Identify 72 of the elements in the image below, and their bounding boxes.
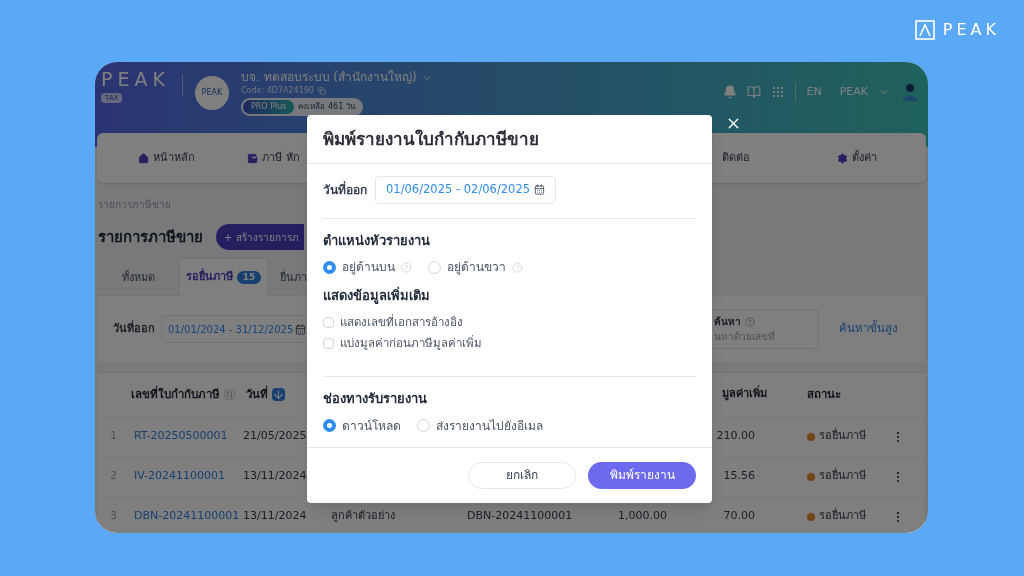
table-cell-text: 15.56 — [722, 468, 756, 485]
tab[interactable]: รอยื่นภาษี 15 — [179, 258, 268, 296]
table-cell-text: 70.00 — [722, 508, 756, 525]
cancel-button[interactable]: ยกเลิก — [468, 461, 576, 489]
help-book-icon[interactable] — [747, 85, 762, 99]
checkbox[interactable] — [323, 316, 334, 328]
user-avatar-icon[interactable] — [900, 82, 920, 102]
radio-button[interactable] — [323, 419, 336, 432]
nav-item[interactable]: หน้าหลัก — [137, 149, 195, 167]
nav-item[interactable]: ติดต่อ — [721, 149, 750, 167]
column-header: สถานะ — [806, 385, 842, 403]
sort-icon[interactable] — [272, 388, 285, 401]
sort-icon[interactable] — [224, 389, 235, 400]
table-cell-text: 1,000.00 — [617, 508, 668, 525]
section-title: ช่องทางรับรายงาน — [323, 390, 428, 408]
invoice-link[interactable]: IV-20241100001 — [131, 468, 243, 485]
status-text: รอยื่นภาษี — [819, 508, 866, 525]
section-title: แสดงข้อมูลเพิ่มเติม — [323, 286, 431, 306]
wallet-icon — [247, 152, 259, 164]
plan-badge: PRO Plus — [242, 100, 295, 114]
radio-label: อยู่ด้านบน — [342, 259, 395, 276]
remaining-days: คงเหลือ 461 วัน — [298, 101, 355, 113]
field-label: วันที่ออก — [323, 180, 367, 199]
column-header: เลขที่ใบกำกับภาษี — [131, 385, 220, 403]
table-cell-text: 13/11/2024 — [243, 508, 308, 525]
section-title: ตำแหน่งหัวรายงาน — [323, 231, 431, 250]
field-label: วันที่ออก — [113, 320, 155, 337]
table-cell-text: 13/11/2024 — [243, 468, 308, 485]
home-icon — [137, 152, 149, 164]
count-badge: 15 — [236, 270, 262, 285]
radio-label: ดาวน์โหลด — [342, 417, 401, 435]
company-name: บจ. ทดสอบระบบ (สำนักงานใหญ่) — [240, 70, 417, 85]
nav-item[interactable]: ภาษี หัก — [247, 149, 300, 167]
copy-icon[interactable] — [317, 86, 326, 95]
calendar-icon — [295, 323, 307, 335]
dialog-title: พิมพ์รายงานใบกำกับภาษีขาย — [323, 128, 540, 151]
help-icon — [401, 261, 412, 273]
column-header: วันที่ — [246, 385, 268, 403]
advanced-search-link[interactable]: ค้นหาขั้นสูง — [839, 320, 898, 338]
table-cell-text: 210.00 — [715, 428, 756, 445]
status-text: รอยื่นภาษี — [819, 428, 866, 445]
table-cell-text: 21/05/2025 — [243, 428, 308, 445]
create-button[interactable]: + สร้างรายการภ — [216, 224, 304, 250]
column-header: มูลค่าเพิ่ม — [721, 386, 768, 403]
company-avatar[interactable]: PEAK — [194, 76, 229, 110]
user-menu[interactable]: PEAK — [839, 83, 868, 101]
app-logo: PEAK — [101, 70, 170, 89]
table-cell-text: ลูกค้าตัวอย่าง — [330, 508, 396, 525]
checkbox-label: แสดงเลขที่เอกสารอ้างอิง — [340, 313, 463, 331]
language-label[interactable]: EN — [806, 83, 822, 101]
notification-icon[interactable] — [723, 85, 738, 99]
apps-grid-icon[interactable] — [771, 85, 786, 99]
radio-label: อยู่ด้านขวา — [447, 259, 506, 276]
invoice-link[interactable]: RT-20250500001 — [131, 428, 243, 445]
checkbox[interactable] — [323, 337, 334, 349]
nav-item[interactable]: ตั้งค่า — [836, 149, 877, 167]
page-title: รายการภาษีขาย — [98, 226, 203, 248]
settings-icon — [836, 152, 848, 164]
calendar-icon — [534, 184, 546, 195]
help-icon — [512, 261, 523, 273]
radio-label: ส่งรายงานไปยังอีเมล — [436, 417, 543, 435]
table-cell-text: DBN-20241100001 — [466, 508, 574, 525]
print-report-button[interactable]: พิมพ์รายงาน — [588, 461, 696, 489]
checkbox-label: แบ่งมูลค่าก่อนภาษีมูลค่าเพิ่ม — [340, 334, 482, 352]
status-text: รอยื่นภาษี — [819, 468, 866, 485]
invoice-link[interactable]: DBN-20241100001 — [131, 508, 243, 525]
search-label: ค้นหา — [714, 315, 741, 329]
brand-name: PEAK — [942, 19, 1000, 41]
help-icon — [745, 316, 755, 327]
brand-logo-icon — [914, 20, 935, 40]
date-range-field[interactable]: 01/06/2025 - 02/06/2025 — [375, 175, 557, 204]
radio-button[interactable] — [323, 260, 336, 274]
